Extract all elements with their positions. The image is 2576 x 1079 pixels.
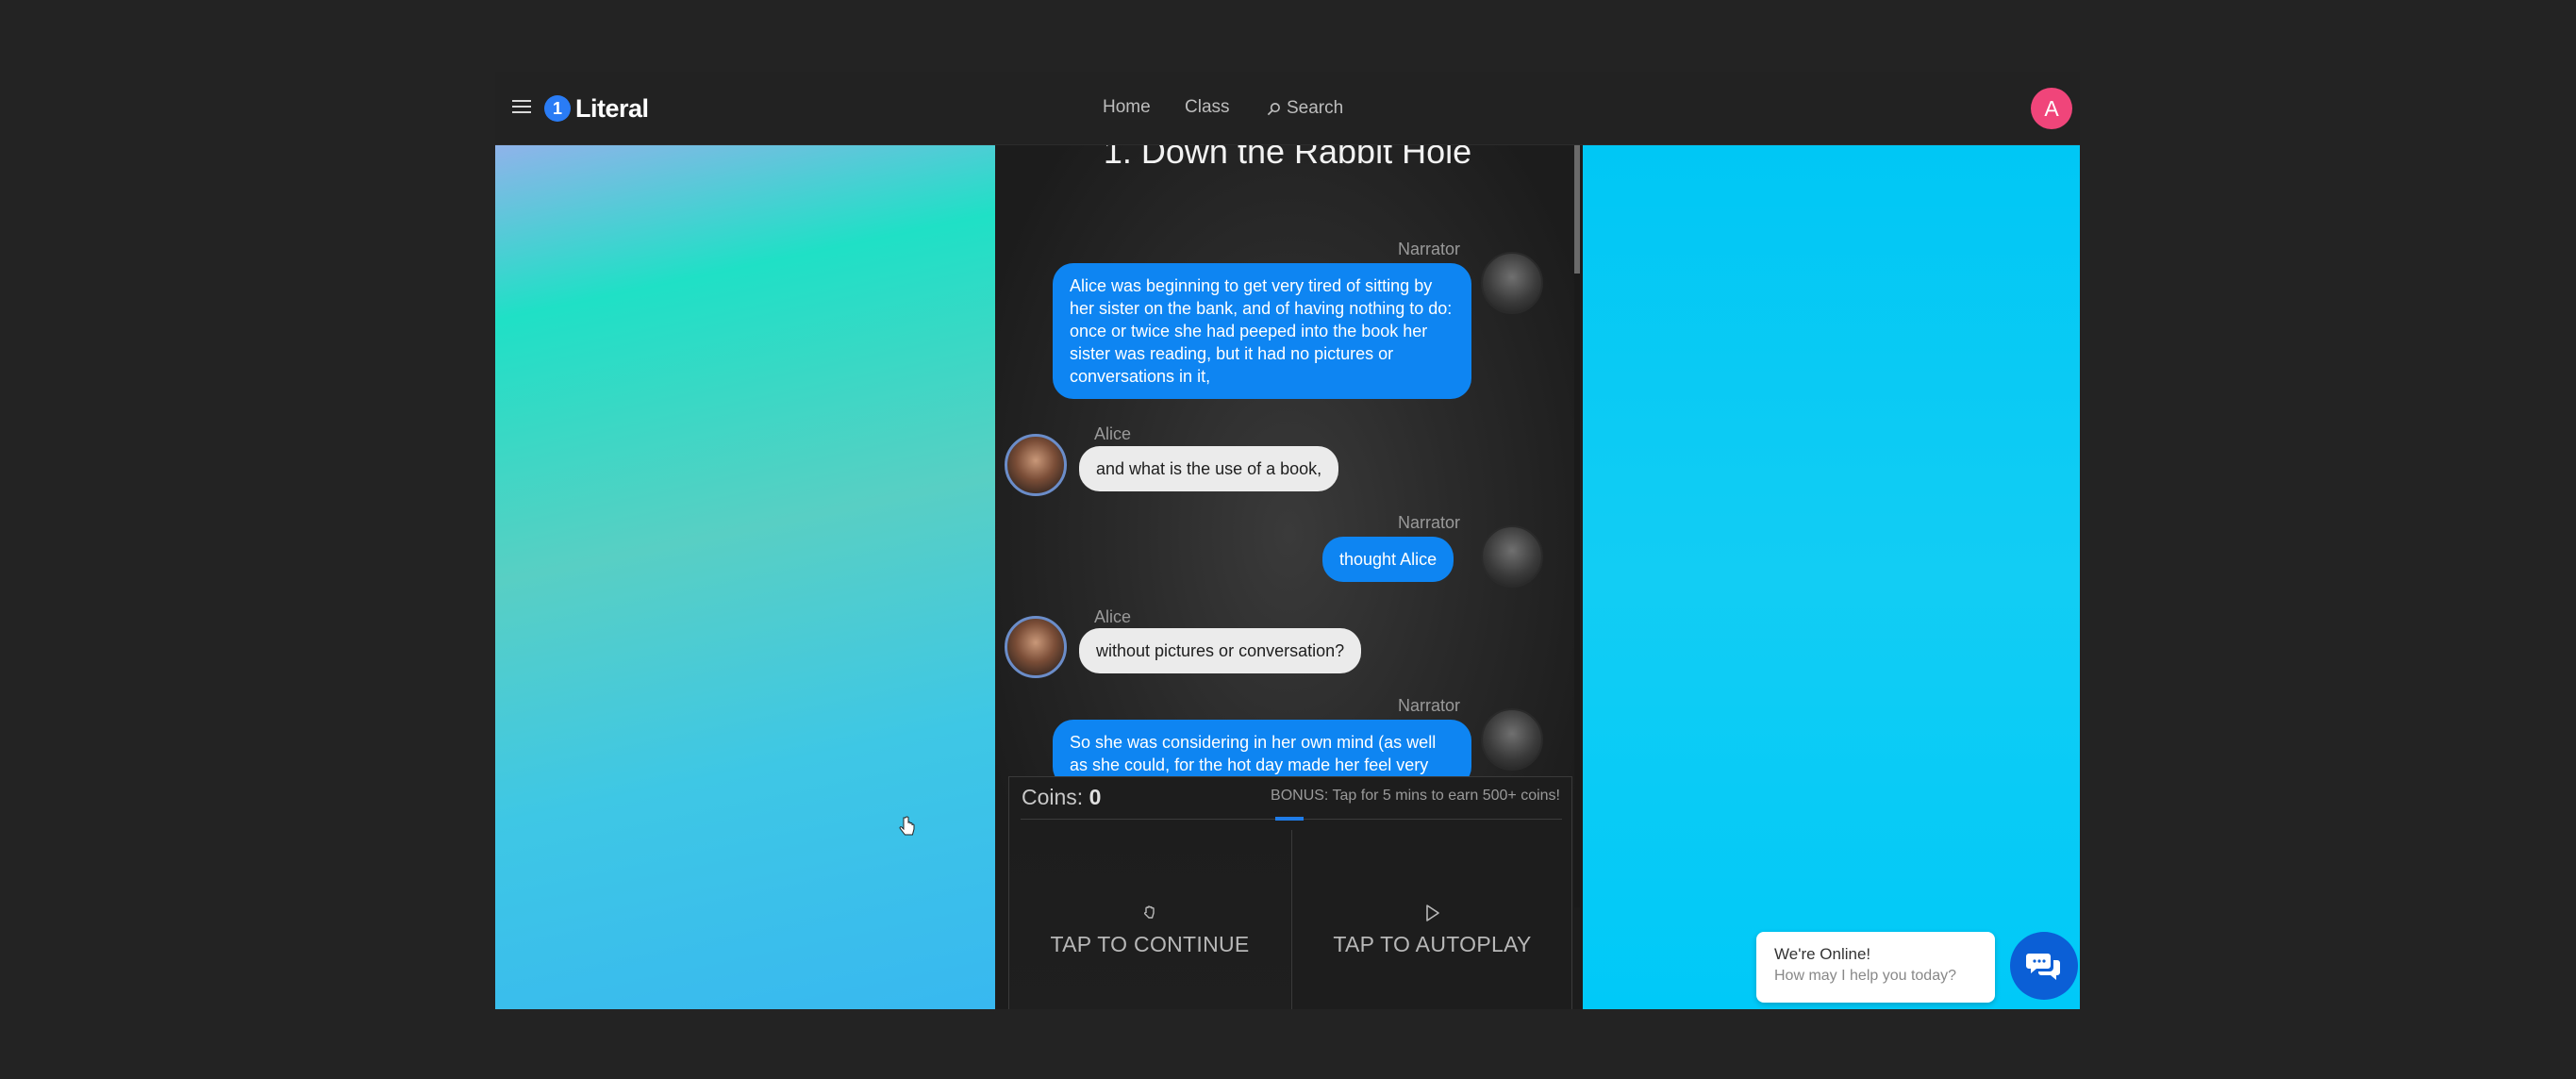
story-scrollbar[interactable] (1574, 145, 1580, 907)
alice-message-bubble: and what is the use of a book, (1079, 446, 1339, 491)
chapter-title: 1. Down the Rabbit Hole (1103, 145, 1472, 171)
chat-online-status: We're Online! (1774, 945, 1871, 963)
narrator-portrait (1481, 708, 1543, 771)
tap-hand-icon (1144, 905, 1155, 919)
logo-mark-icon: 1 (544, 95, 571, 122)
speaker-name-alice: Alice (1094, 607, 1132, 626)
app-window: 1 Literal Home Class Search A 1. Down th… (495, 72, 2080, 1009)
search-icon (1267, 102, 1280, 115)
play-icon (1425, 905, 1439, 921)
logo-text: Literal (575, 93, 649, 123)
nav-home-link[interactable]: Home (1103, 97, 1151, 118)
coins-counter: Coins: 0 (1022, 785, 1101, 810)
chat-launcher-button[interactable] (2010, 932, 2078, 1000)
bonus-link[interactable]: BONUS: Tap for 5 mins to earn 500+ coins… (1271, 788, 1560, 805)
left-background-panel (495, 145, 995, 1009)
coins-value: 0 (1089, 785, 1102, 809)
alice-message-bubble: without pictures or conversation? (1079, 628, 1362, 673)
narrator-portrait (1481, 252, 1543, 314)
story-controls: Coins: 0 BONUS: Tap for 5 mins to earn 5… (1008, 776, 1572, 1009)
hand-cursor-icon (899, 816, 915, 836)
narrator-message-bubble: thought Alice (1322, 537, 1454, 582)
right-background-panel (1583, 145, 2080, 1009)
nav-search-link[interactable]: Search (1267, 98, 1343, 119)
narrator-portrait (1481, 525, 1543, 588)
speaker-name-narrator: Narrator (1398, 513, 1461, 532)
chat-greeting-card[interactable]: We're Online! How may I help you today? (1756, 932, 1995, 1003)
tap-to-autoplay-button[interactable]: TAP TO AUTOPLAY (1291, 830, 1572, 1009)
alice-portrait (1005, 434, 1067, 496)
autoplay-label: TAP TO AUTOPLAY (1333, 932, 1532, 956)
bonus-progress-indicator (1275, 817, 1304, 821)
literal-logo[interactable]: 1 Literal (544, 93, 649, 124)
speaker-name-narrator: Narrator (1398, 696, 1461, 715)
search-label: Search (1287, 98, 1344, 118)
scrollbar-thumb[interactable] (1574, 145, 1580, 274)
speaker-name-narrator: Narrator (1398, 240, 1461, 258)
speaker-name-alice: Alice (1094, 424, 1132, 443)
user-avatar[interactable]: A (2031, 88, 2072, 129)
nav-class-link[interactable]: Class (1185, 97, 1230, 118)
narrator-message-bubble: Alice was beginning to get very tired of… (1053, 263, 1471, 399)
chat-bubbles-icon (2026, 954, 2060, 980)
coins-label: Coins: (1022, 785, 1084, 809)
hamburger-menu-icon[interactable] (512, 98, 533, 115)
chat-help-text: How may I help you today? (1774, 968, 1956, 984)
tap-to-continue-button[interactable]: TAP TO CONTINUE (1009, 830, 1290, 1009)
continue-label: TAP TO CONTINUE (1050, 932, 1250, 956)
alice-portrait (1005, 616, 1067, 678)
top-navigation-bar: 1 Literal Home Class Search A (495, 72, 2080, 145)
